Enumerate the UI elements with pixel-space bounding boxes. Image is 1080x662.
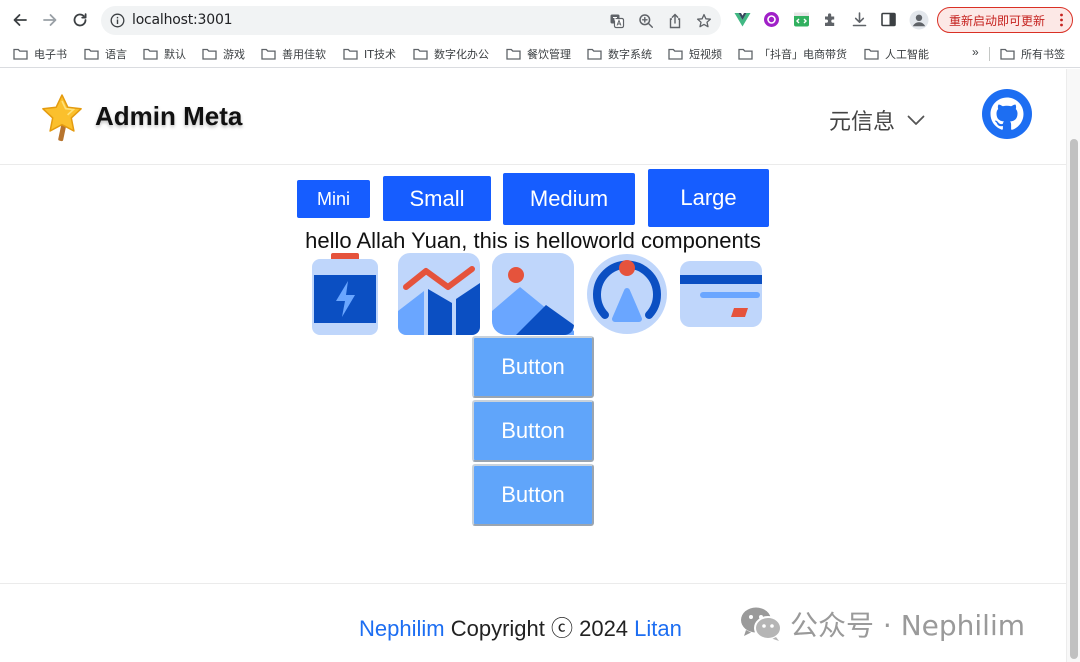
bookmark-folder[interactable]: 数字化办公 (413, 45, 489, 63)
extension-purple-icon[interactable] (763, 11, 780, 28)
zoom-icon[interactable] (638, 13, 654, 29)
brand-title[interactable]: Admin Meta (95, 101, 242, 132)
wechat-watermark: 公众号 · Nephilim (740, 604, 1025, 644)
all-bookmarks-folder[interactable]: 所有书签 (1000, 45, 1065, 63)
site-footer: Nephilim Copyright ⓒ 2024 Litan 公众号 · Ne… (0, 583, 1066, 662)
folder-icon (343, 48, 358, 60)
copyright-label: Copyright ⓒ 2024 (450, 616, 629, 641)
bookmark-label: 默认 (164, 48, 186, 61)
profile-avatar-icon[interactable] (909, 10, 929, 30)
bookmark-folder[interactable]: 善用佳软 (261, 45, 326, 63)
bookmark-folder[interactable]: 游戏 (202, 45, 245, 63)
page-scrollbar[interactable] (1066, 69, 1080, 662)
wechat-icon (741, 607, 782, 641)
restart-update-button[interactable]: 重新启动即可更新 (937, 7, 1073, 33)
bookmark-label: 数字系统 (608, 48, 652, 61)
battery-charge-icon (312, 253, 378, 335)
copyright-text: Nephilim Copyright ⓒ 2024 Litan (359, 611, 682, 643)
folder-icon (668, 48, 683, 60)
folder-icon (261, 48, 276, 60)
credit-card-icon (680, 261, 762, 327)
litan-link[interactable]: Litan (634, 616, 682, 641)
large-button[interactable]: Large (648, 169, 769, 227)
restart-update-label: 重新启动即可更新 (949, 13, 1046, 28)
meta-info-dropdown[interactable]: 元信息 (829, 104, 925, 136)
page-viewport: Admin Meta 元信息 Mini Small Medium Large h… (0, 69, 1080, 662)
github-icon[interactable] (982, 89, 1032, 139)
bookmark-label: 语言 (105, 48, 127, 61)
gauge-dashboard-icon (587, 254, 667, 334)
bookmark-label: 「抖音」电商带货 (759, 48, 847, 61)
bookmark-label: IT技术 (364, 48, 396, 61)
browser-toolbar: localhost:3001 重新启动即可更新 (0, 0, 1080, 40)
folder-icon (13, 48, 28, 60)
bookmark-label: 数字化办公 (434, 48, 489, 61)
bookmark-star-icon[interactable] (696, 13, 712, 29)
side-panel-icon[interactable] (880, 11, 897, 28)
back-icon[interactable] (8, 8, 32, 32)
folder-icon (202, 48, 217, 60)
bookmark-folder[interactable]: 数字系统 (587, 45, 652, 63)
nephilim-link[interactable]: Nephilim (359, 616, 445, 641)
bookmark-folder[interactable]: 人工智能 (864, 45, 929, 63)
hello-text: hello Allah Yuan, this is helloworld com… (305, 228, 761, 253)
bookmark-label: 短视频 (689, 48, 722, 61)
bookmarks-bar: 电子书 语言 默认 游戏 善用佳软 IT技术 数字化办公 餐饮管理 数字系统 短… (0, 40, 1080, 68)
bookmark-folder[interactable]: IT技术 (343, 45, 396, 63)
download-icon[interactable] (851, 11, 868, 28)
folder-icon (84, 48, 99, 60)
folder-icon (864, 48, 879, 60)
stack-button-3[interactable]: Button (472, 464, 594, 526)
site-info-icon[interactable] (110, 13, 125, 28)
folder-icon (587, 48, 602, 60)
vue-devtools-icon[interactable] (734, 11, 751, 28)
image-picture-icon (492, 253, 574, 335)
bookmark-label: 电子书 (34, 48, 67, 61)
bookmark-folder[interactable]: 默认 (143, 45, 186, 63)
folder-icon (738, 48, 753, 60)
mini-button[interactable]: Mini (297, 180, 370, 218)
extensions-puzzle-icon[interactable] (822, 11, 839, 28)
forward-icon[interactable] (38, 8, 62, 32)
bookmark-folder[interactable]: 短视频 (668, 45, 722, 63)
bookmark-folder[interactable]: 语言 (84, 45, 127, 63)
folder-icon (143, 48, 158, 60)
bookmark-label: 餐饮管理 (527, 48, 571, 61)
chevron-down-icon (907, 115, 925, 125)
bookmarks-separator (989, 47, 990, 61)
kebab-menu-icon[interactable] (1060, 13, 1063, 27)
reload-icon[interactable] (68, 8, 92, 32)
site-header: Admin Meta 元信息 (0, 69, 1066, 165)
medium-button[interactable]: Medium (503, 173, 635, 225)
bookmark-folder[interactable]: 「抖音」电商带货 (738, 45, 847, 63)
bookmark-label: 所有书签 (1021, 48, 1065, 61)
translate-icon[interactable] (609, 13, 625, 29)
address-bar[interactable]: localhost:3001 (101, 6, 721, 35)
bookmarks-overflow-button[interactable]: » (972, 45, 979, 59)
bookmark-folder[interactable]: 餐饮管理 (506, 45, 571, 63)
folder-icon (413, 48, 428, 60)
stack-button-2[interactable]: Button (472, 400, 594, 462)
star-wand-logo-icon[interactable] (40, 93, 86, 143)
folder-icon (506, 48, 521, 60)
url-text: localhost:3001 (132, 12, 233, 28)
folder-icon (1000, 48, 1015, 60)
stack-button-1[interactable]: Button (472, 336, 594, 398)
bookmark-label: 善用佳软 (282, 48, 326, 61)
share-icon[interactable] (667, 13, 683, 29)
extension-code-icon[interactable] (793, 11, 810, 28)
growth-chart-icon (398, 253, 480, 335)
bookmark-folder[interactable]: 电子书 (13, 45, 67, 63)
small-button[interactable]: Small (383, 176, 491, 221)
bookmark-label: 游戏 (223, 48, 245, 61)
watermark-text: 公众号 · Nephilim (790, 609, 1026, 642)
bookmark-label: 人工智能 (885, 48, 929, 61)
meta-info-label: 元信息 (829, 110, 896, 135)
scrollbar-thumb[interactable] (1070, 139, 1078, 659)
